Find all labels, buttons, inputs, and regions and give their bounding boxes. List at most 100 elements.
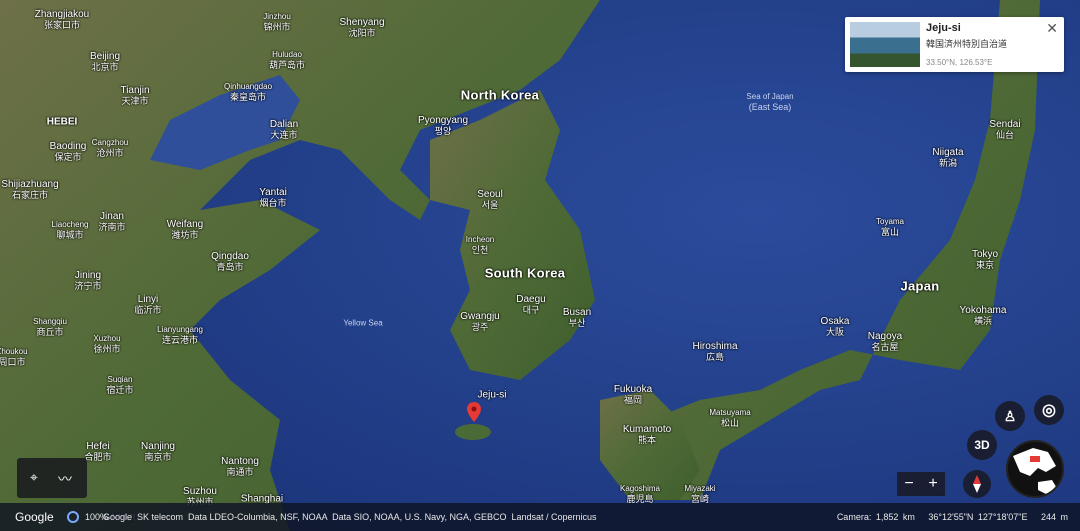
place-name: Shangqiu <box>33 317 67 326</box>
place-label[interactable]: Shijiazhuang 石家庄市 <box>1 179 58 201</box>
place-name: Beijing <box>89 51 121 62</box>
place-name: Incheon <box>465 235 495 244</box>
zoom-in-button[interactable]: + <box>928 475 937 493</box>
place-label[interactable]: Pyongyang 평양 <box>418 115 468 137</box>
place-native-name: 商丘市 <box>36 327 64 337</box>
place-label[interactable]: Japan <box>900 280 939 293</box>
place-label[interactable]: Toyama 富山 <box>876 216 904 238</box>
place-native-name: 济宁市 <box>74 281 102 291</box>
place-label[interactable]: Zhangjiakou 张家口市 <box>35 9 89 31</box>
place-label[interactable]: Beijing 北京市 <box>90 51 120 73</box>
place-label[interactable]: Qingdao 青岛市 <box>211 251 249 273</box>
place-native-name: 松山 <box>720 418 740 428</box>
place-label[interactable]: Zhoukou周口市 <box>0 346 28 368</box>
place-label[interactable]: South Korea <box>484 265 566 281</box>
place-label[interactable]: Dalian 大连市 <box>270 119 298 141</box>
place-label[interactable]: Huludao 葫芦岛市 <box>269 49 305 71</box>
place-label[interactable]: Tokyo 東京 <box>972 249 998 271</box>
place-label[interactable]: Nanjing 南京市 <box>141 441 175 463</box>
place-label[interactable]: Shenyang 沈阳市 <box>339 17 384 39</box>
place-label[interactable]: Shangqiu 商丘市 <box>33 316 67 338</box>
place-label[interactable]: Yantai 烟台市 <box>259 187 287 209</box>
place-label[interactable]: Fukuoka 福岡 <box>614 384 652 406</box>
place-label[interactable]: Suqian 宿迁市 <box>106 374 133 396</box>
place-label[interactable]: Hefei 合肥市 <box>84 441 111 463</box>
place-native-name: 서울 <box>481 200 499 210</box>
place-label[interactable]: Seoul 서울 <box>477 189 503 211</box>
place-label[interactable]: Osaka 大阪 <box>821 316 850 338</box>
place-name: Liaocheng <box>51 220 89 229</box>
place-native-name: 광주 <box>471 322 489 332</box>
place-label[interactable]: HEBEI <box>47 117 78 128</box>
pegman-icon[interactable]: ♙ <box>995 401 1025 431</box>
place-name: Zhangjiakou <box>34 9 90 20</box>
place-label[interactable]: Miyazaki 宮崎 <box>684 483 715 505</box>
my-location-icon[interactable]: ◎ <box>1034 395 1064 425</box>
place-label[interactable]: Daegu 대구 <box>516 294 545 316</box>
place-name: Cangzhou <box>91 138 129 147</box>
place-thumbnail[interactable] <box>850 22 920 67</box>
place-label[interactable]: Qinhuangdao 秦皇岛市 <box>224 81 272 103</box>
place-subtitle: 韓国済州特別自治道 <box>926 39 1008 49</box>
place-label[interactable]: Tianjin 天津市 <box>120 85 149 107</box>
place-label[interactable]: Xuzhou 徐州市 <box>93 333 120 355</box>
place-label[interactable]: Kumamoto 熊本 <box>623 424 671 446</box>
place-label[interactable]: Hiroshima 広島 <box>692 341 737 363</box>
place-name: Suqian <box>107 375 133 384</box>
zoom-out-button[interactable]: − <box>904 475 913 493</box>
place-label[interactable]: Liaocheng 聊城市 <box>52 219 89 241</box>
overview-globe[interactable] <box>1006 440 1064 498</box>
loading-ring-icon <box>67 511 79 523</box>
place-label[interactable]: Matsuyama 松山 <box>709 407 750 429</box>
cursor-position: 36°12'55"N 127°18'07"E <box>928 512 1028 522</box>
place-label[interactable]: Baoding 保定市 <box>50 141 87 163</box>
place-name: Miyazaki <box>684 484 716 493</box>
place-name: Yellow Sea <box>343 318 383 328</box>
close-icon[interactable]: ✕ <box>1046 20 1058 37</box>
3d-toggle-button[interactable]: 3D <box>967 430 997 460</box>
place-label[interactable]: Linyi 临沂市 <box>134 294 161 316</box>
place-label[interactable]: Sea of Japan (East Sea) <box>746 91 793 113</box>
place-label[interactable]: Sendai 仙台 <box>989 119 1020 141</box>
place-name: Yokohama <box>959 305 1007 316</box>
place-native-name: 天津市 <box>121 96 149 106</box>
place-name: South Korea <box>484 265 566 281</box>
place-native-name: 南京市 <box>144 452 172 462</box>
place-label[interactable]: Yokohama 横浜 <box>960 305 1007 327</box>
place-native-name: 周口市 <box>0 357 26 367</box>
place-label[interactable]: Gwangju 광주 <box>460 311 499 333</box>
place-name: Seoul <box>477 189 503 200</box>
compass-icon[interactable] <box>963 470 991 498</box>
place-label[interactable]: Jinzhou 锦州市 <box>263 11 291 33</box>
place-name: Niigata <box>932 147 964 158</box>
place-marker-icon[interactable]: ⌖ <box>30 469 38 486</box>
place-name: HEBEI <box>46 116 78 128</box>
place-label[interactable]: Yellow Sea <box>343 318 382 329</box>
data-attribution[interactable]: Google SK telecom Data LDEO-Columbia, NS… <box>103 512 597 522</box>
place-name: Zhoukou <box>0 347 28 356</box>
place-label[interactable]: Cangzhou 沧州市 <box>92 137 128 159</box>
place-label[interactable]: North Korea <box>461 89 539 102</box>
place-label[interactable]: Nantong 南通市 <box>221 456 259 478</box>
place-label[interactable]: Incheon 인천 <box>466 234 494 256</box>
place-label[interactable]: Jinan 济南市 <box>98 211 125 233</box>
place-label[interactable]: Lianyungang 连云港市 <box>157 324 203 346</box>
place-native-name: 新潟 <box>938 158 958 168</box>
place-label[interactable]: Niigata 新潟 <box>932 147 963 169</box>
place-label[interactable]: Nagoya 名古屋 <box>868 331 902 353</box>
place-native-name: 徐州市 <box>93 344 121 354</box>
place-label[interactable]: Kagoshima 鹿児島 <box>620 483 660 505</box>
place-name: Linyi <box>137 294 159 305</box>
place-name: Qingdao <box>211 251 249 262</box>
place-info-card[interactable]: Jeju-si 韓国済州特別自治道 33.50°N, 126.53°E ✕ <box>845 17 1064 72</box>
place-native-name: 仙台 <box>995 130 1015 140</box>
place-name: Weifang <box>166 219 204 230</box>
place-label[interactable]: Busan 부산 <box>563 307 591 329</box>
place-label[interactable]: Jining 济宁市 <box>74 270 101 292</box>
measure-icon[interactable]: 〰 <box>58 469 72 489</box>
place-label[interactable]: Jeju-si <box>478 390 507 401</box>
place-label[interactable]: Weifang 潍坊市 <box>167 219 204 241</box>
place-name: Nagoya <box>867 331 903 342</box>
location-pin-icon[interactable] <box>467 402 481 422</box>
place-native-name: 连云港市 <box>161 335 199 345</box>
